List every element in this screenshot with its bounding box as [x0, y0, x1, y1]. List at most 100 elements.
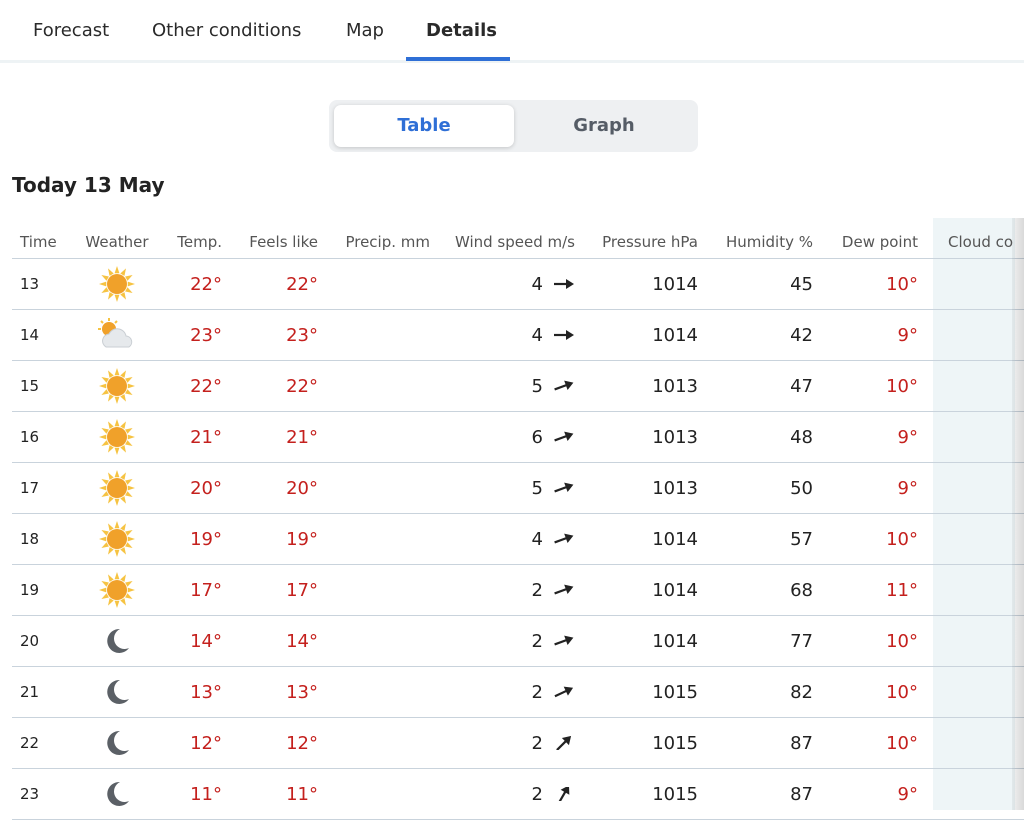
table-row: 13 22° 22° 4 1014 45 10°: [12, 259, 1024, 310]
wind-cell: 5: [452, 463, 575, 513]
tab-bar: Forecast Other conditions Map Details: [0, 0, 1024, 63]
dew-point-cell: 10°: [886, 732, 918, 754]
dew-point-cell: 10°: [886, 528, 918, 550]
dew-point-cell: 9°: [897, 783, 918, 805]
tab-map[interactable]: Map: [346, 20, 384, 41]
wind-cell: 2: [452, 718, 575, 768]
table-row: 20 14° 14° 2 1014 77 10°: [12, 616, 1024, 667]
wind-cell: 4: [452, 259, 575, 309]
wind-direction-arrow-icon: [554, 330, 574, 340]
temp-cell: 22°: [190, 273, 222, 295]
wind-cell: 4: [452, 310, 575, 360]
sun-icon: [92, 412, 142, 462]
humidity-cell: 50: [790, 477, 813, 499]
dew-point-cell: 11°: [886, 579, 918, 601]
table-view-button[interactable]: Table: [334, 105, 514, 147]
tab-other-conditions[interactable]: Other conditions: [152, 20, 301, 41]
humidity-cell: 42: [790, 324, 813, 346]
time-cell: 14: [20, 326, 40, 344]
tab-details[interactable]: Details: [426, 20, 497, 41]
view-toggle: Table Graph: [329, 100, 698, 152]
table-row: 15 22° 22° 5 1013 47 10°: [12, 361, 1024, 412]
feels-like-cell: 12°: [286, 732, 318, 754]
dew-point-cell: 9°: [897, 426, 918, 448]
temp-cell: 21°: [190, 426, 222, 448]
feels-like-cell: 17°: [286, 579, 318, 601]
dew-point-cell: 9°: [897, 324, 918, 346]
sun-icon: [92, 565, 142, 615]
wind-direction-arrow-icon: [556, 736, 572, 750]
partly-cloudy-icon: [92, 310, 142, 360]
wind-speed: 4: [531, 528, 543, 550]
feels-like-cell: 22°: [286, 375, 318, 397]
wind-speed: 5: [531, 477, 543, 499]
humidity-cell: 48: [790, 426, 813, 448]
graph-view-button[interactable]: Graph: [514, 105, 694, 147]
sun-icon: [92, 514, 142, 564]
wind-direction-arrow-icon: [558, 787, 570, 801]
time-cell: 20: [20, 632, 40, 650]
wind-cell: 2: [452, 667, 575, 717]
temp-cell: 19°: [190, 528, 222, 550]
time-cell: 23: [20, 785, 40, 803]
wind-speed: 5: [531, 375, 543, 397]
pressure-cell: 1013: [652, 477, 698, 499]
time-cell: 22: [20, 734, 40, 752]
wind-speed: 2: [531, 732, 543, 754]
header-weather: Weather: [85, 233, 149, 251]
moon-icon: [92, 718, 142, 768]
temp-cell: 17°: [190, 579, 222, 601]
scroll-shadow: [1012, 218, 1024, 810]
table-row: 14 23° 23° 4 1014 42 9°: [12, 310, 1024, 361]
humidity-cell: 82: [790, 681, 813, 703]
table-row: 23 11° 11° 2 1015 87 9°: [12, 769, 1024, 820]
time-cell: 15: [20, 377, 40, 395]
feels-like-cell: 22°: [286, 273, 318, 295]
temp-cell: 20°: [190, 477, 222, 499]
feels-like-cell: 19°: [286, 528, 318, 550]
table-row: 16 21° 21° 6 1013 48 9°: [12, 412, 1024, 463]
feels-like-cell: 20°: [286, 477, 318, 499]
wind-direction-arrow-icon: [554, 584, 574, 595]
table-row: 17 20° 20° 5 1013 50 9°: [12, 463, 1024, 514]
moon-icon: [92, 769, 142, 819]
pressure-cell: 1015: [652, 681, 698, 703]
temp-cell: 23°: [190, 324, 222, 346]
time-cell: 21: [20, 683, 40, 701]
wind-direction-arrow-icon: [554, 279, 574, 289]
time-cell: 17: [20, 479, 40, 497]
temp-cell: 11°: [190, 783, 222, 805]
table-row: 19 17° 17° 2 1014 68 11°: [12, 565, 1024, 616]
humidity-cell: 77: [790, 630, 813, 652]
pressure-cell: 1013: [652, 426, 698, 448]
humidity-cell: 47: [790, 375, 813, 397]
header-temp: Temp.: [177, 233, 222, 251]
pressure-cell: 1014: [652, 528, 698, 550]
wind-speed: 2: [531, 630, 543, 652]
pressure-cell: 1014: [652, 273, 698, 295]
wind-cell: 2: [452, 616, 575, 666]
wind-cell: 6: [452, 412, 575, 462]
moon-icon: [92, 667, 142, 717]
header-cloud-cover: Cloud co: [948, 233, 1014, 251]
wind-speed: 4: [531, 273, 543, 295]
moon-icon: [92, 616, 142, 666]
wind-speed: 2: [531, 681, 543, 703]
wind-cell: 2: [452, 769, 575, 819]
table-header: Time Weather Temp. Feels like Precip. mm…: [12, 218, 1024, 259]
pressure-cell: 1014: [652, 324, 698, 346]
forecast-table: Time Weather Temp. Feels like Precip. mm…: [12, 218, 1024, 820]
pressure-cell: 1013: [652, 375, 698, 397]
pressure-cell: 1014: [652, 579, 698, 601]
pressure-cell: 1014: [652, 630, 698, 652]
temp-cell: 12°: [190, 732, 222, 754]
wind-speed: 4: [531, 324, 543, 346]
wind-speed: 2: [531, 783, 543, 805]
wind-speed: 2: [531, 579, 543, 601]
wind-direction-arrow-icon: [554, 431, 574, 442]
header-precip: Precip. mm: [345, 233, 430, 251]
wind-cell: 2: [452, 565, 575, 615]
tab-forecast[interactable]: Forecast: [33, 20, 109, 41]
header-dew-point: Dew point: [841, 233, 918, 251]
header-feels-like: Feels like: [249, 233, 318, 251]
